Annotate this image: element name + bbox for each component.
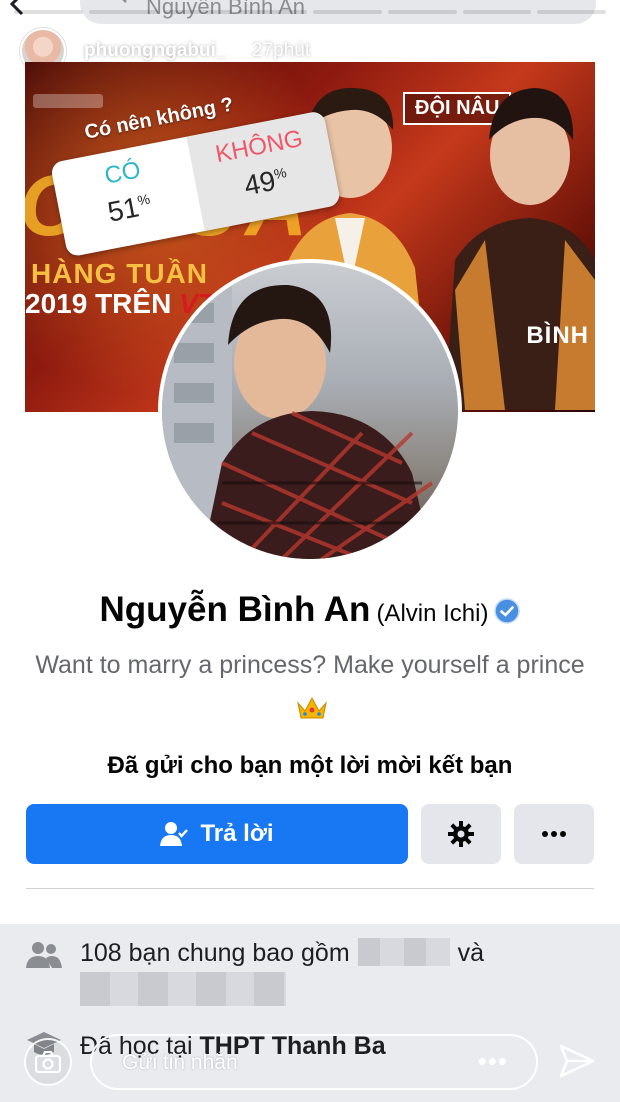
more-options-button[interactable] [514,804,594,864]
message-placeholder: Gửi tin nhắn [122,1051,238,1074]
add-friend-icon [160,822,189,846]
profile-name: Nguyễn Bình An [99,590,371,629]
poll-option-yes[interactable]: CÓ 51% [50,137,205,258]
section-divider [26,888,594,889]
profile-bio: Want to marry a princess? Make yourself … [30,643,590,731]
sponsor-logo [33,94,103,108]
story-progress-bars [14,10,606,14]
friend-request-text: Đã gửi cho bạn một lời mời kết bạn [107,752,513,779]
send-message-input[interactable]: Gửi tin nhắn ••• [90,1034,538,1090]
camera-button[interactable] [24,1038,72,1086]
cover-corner-name: BÌNH [526,322,589,349]
search-icon [122,0,127,3]
profile-name-row: Nguyễn Bình An (Alvin Ichi) [0,590,620,630]
bio-text: Want to marry a princess? Make yourself … [35,651,585,679]
send-icon[interactable] [558,1042,596,1080]
settings-button[interactable] [421,804,501,864]
more-dots-icon[interactable]: ••• [478,1046,508,1077]
reply-button[interactable]: Trả lời [26,804,408,864]
gear-icon [448,821,474,847]
profile-alt-name: (Alvin Ichi) [376,600,489,627]
friends-icon [26,942,62,968]
story-username[interactable]: phuongngabui_ [84,40,226,62]
mutual-and: và [457,939,485,967]
story-timestamp: 27phút [252,40,311,61]
profile-photo-figure [162,263,434,559]
blurred-name [80,972,286,1006]
reply-button-label: Trả lời [200,820,274,847]
poll-option-no[interactable]: KHÔNG 49% [186,110,342,231]
profile-picture[interactable] [158,259,462,563]
cover-subtitle: HÀNG TUẦN [31,258,208,289]
blurred-name [357,938,450,966]
mutual-prefix: 108 bạn chung bao gồm [80,939,350,967]
mutual-friends-text[interactable]: 108 bạn chung bao gồm và [80,938,484,968]
percent-sign: % [272,164,288,183]
verified-badge-icon [494,598,521,624]
crown-icon [297,696,327,719]
cover-year-text: 2019 TRÊN [25,288,180,319]
percent-sign: % [136,190,152,209]
cover-person-right [445,88,595,410]
more-icon [542,831,566,837]
camera-icon [35,1051,61,1073]
